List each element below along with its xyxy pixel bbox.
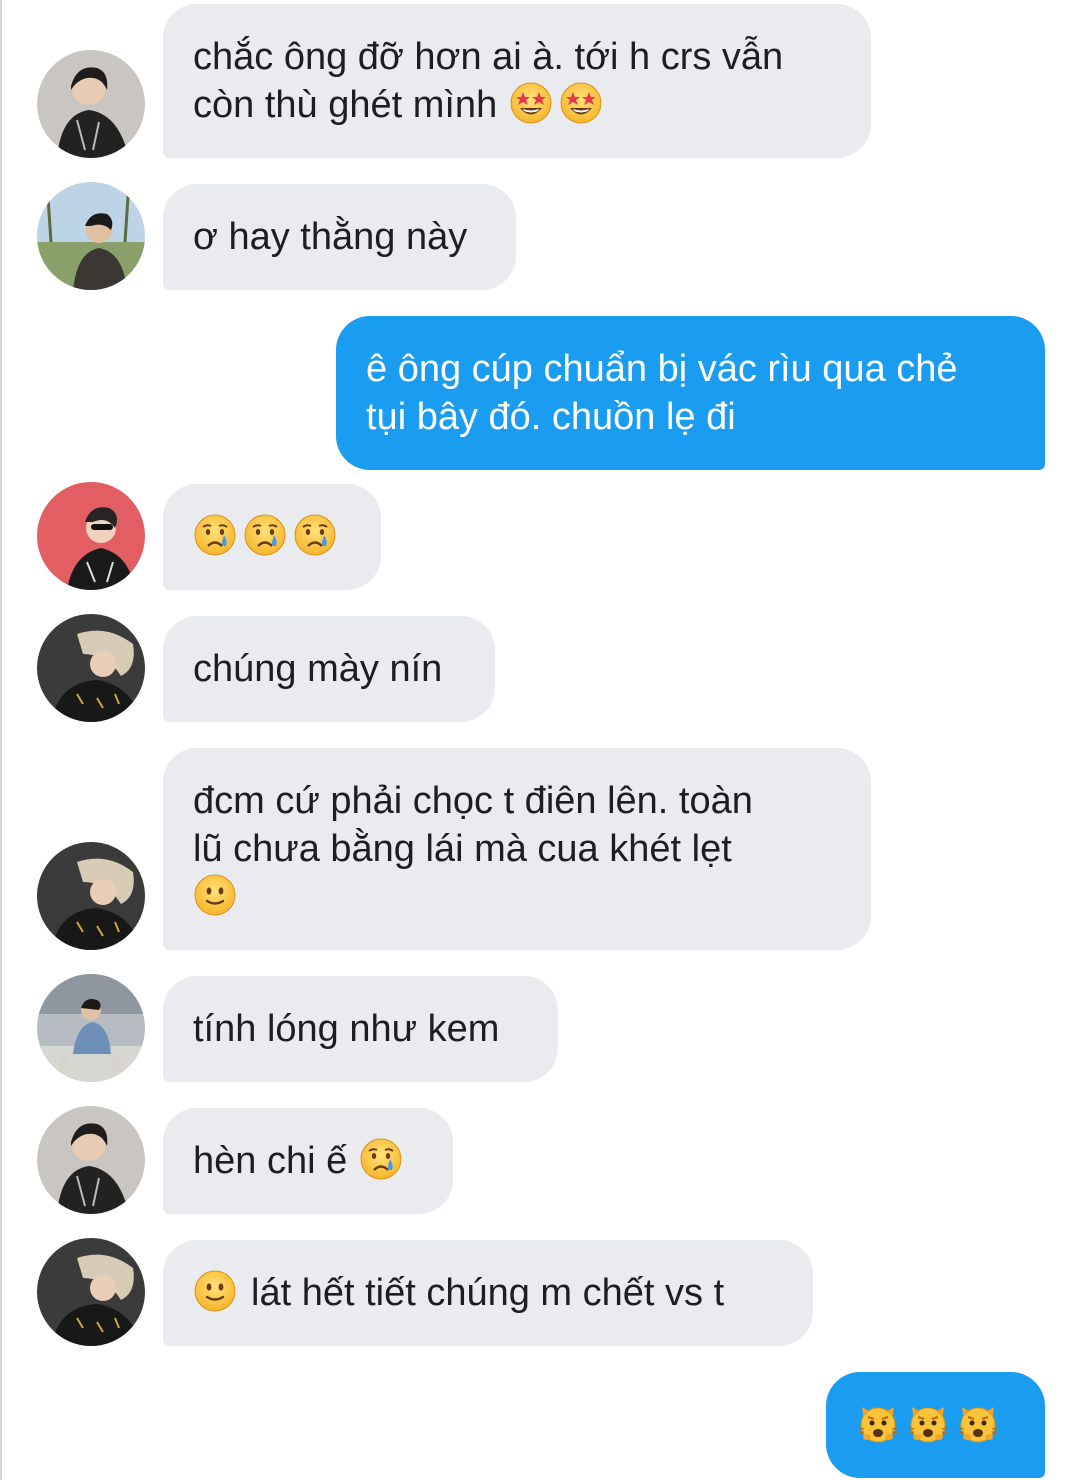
slight-smile-emoji-icon (193, 873, 237, 917)
message-bubble[interactable]: đcm cứ phải chọc t điên lên. toàn lũ chư… (163, 748, 871, 950)
avatar[interactable] (37, 482, 145, 590)
message-bubble[interactable]: ơ hay thằng này (163, 184, 516, 290)
message-text: ê ông cúp chuẩn bị vác rìu qua chẻ tụi b… (366, 348, 958, 438)
message-bubble[interactable]: tính lóng như kem (163, 976, 558, 1082)
avatar[interactable] (37, 974, 145, 1082)
message-bubble-outgoing[interactable]: ê ông cúp chuẩn bị vác rìu qua chẻ tụi b… (336, 316, 1045, 470)
avatar[interactable] (37, 1238, 145, 1346)
slight-smile-emoji-icon (193, 1269, 237, 1313)
message-text: chắc ông đỡ hơn ai à. tới h crs vẫn còn … (193, 36, 784, 126)
message-text: đcm cứ phải chọc t điên lên. toàn lũ chư… (193, 780, 753, 870)
crying-emoji-icon (193, 513, 237, 557)
message-bubble[interactable] (163, 484, 381, 590)
crying-emoji-icon (293, 513, 337, 557)
weary-cat-emoji-icon (906, 1401, 950, 1445)
avatar[interactable] (37, 614, 145, 722)
crying-emoji-icon (243, 513, 287, 557)
message-text: hèn chi ế (193, 1140, 348, 1182)
message-text: ơ hay thằng này (193, 216, 468, 258)
message-text: tính lóng như kem (193, 1008, 500, 1050)
avatar[interactable] (37, 842, 145, 950)
message-bubble[interactable]: chúng mày nín (163, 616, 495, 722)
crying-emoji-icon (359, 1137, 403, 1181)
avatar[interactable] (37, 1106, 145, 1214)
message-bubble-outgoing[interactable] (826, 1372, 1045, 1478)
avatar[interactable] (37, 50, 145, 158)
message-text: lát hết tiết chúng m chết vs t (251, 1272, 725, 1314)
message-bubble[interactable]: chắc ông đỡ hơn ai à. tới h crs vẫn còn … (163, 4, 871, 158)
message-text: chúng mày nín (193, 648, 443, 690)
avatar[interactable] (37, 182, 145, 290)
weary-cat-emoji-icon (856, 1401, 900, 1445)
message-bubble[interactable]: hèn chi ế (163, 1108, 453, 1214)
message-bubble[interactable]: lát hết tiết chúng m chết vs t (163, 1240, 813, 1346)
window-edge (0, 0, 2, 1480)
star-struck-emoji-icon (509, 81, 553, 125)
weary-cat-emoji-icon (956, 1401, 1000, 1445)
star-struck-emoji-icon (559, 81, 603, 125)
